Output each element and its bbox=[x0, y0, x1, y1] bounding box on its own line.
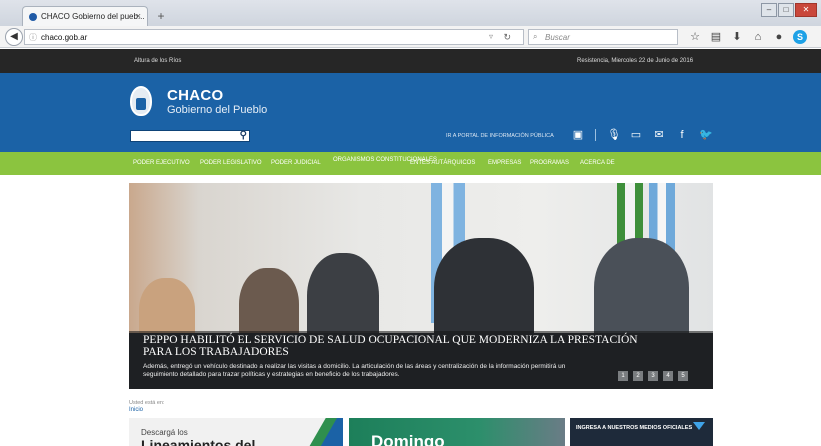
url-text: chaco.gob.ar bbox=[41, 33, 88, 42]
hero-headline[interactable]: PEPPO HABILITÓ EL SERVICIO DE SALUD OCUP… bbox=[143, 334, 643, 358]
browser-search-input[interactable]: ⌕ Buscar bbox=[528, 29, 678, 45]
mail-icon[interactable]: ✉ bbox=[653, 128, 665, 142]
search-icon: ⌕ bbox=[533, 32, 538, 41]
top-info-strip: Altura de los Ríos Resistencia, Miercole… bbox=[0, 49, 821, 73]
menu-item-programas[interactable]: PROGRAMAS bbox=[530, 160, 569, 166]
site-subtitle: Gobierno del Pueblo bbox=[167, 104, 268, 116]
card-big-text: Lineamientos del bbox=[141, 437, 256, 446]
microphone-icon[interactable]: 🎙 bbox=[607, 128, 621, 142]
date-location: Resistencia, Miercoles 22 de Junio de 20… bbox=[577, 58, 694, 64]
public-info-portal-link[interactable]: IR A PORTAL DE INFORMACIÓN PÚBLICA bbox=[446, 133, 554, 139]
card-small-text: Descargá los bbox=[141, 428, 188, 437]
site-header: CHACO Gobierno del Pueblo ⚲ IR A PORTAL … bbox=[0, 73, 821, 152]
maximize-button[interactable]: □ bbox=[778, 3, 794, 17]
skype-icon[interactable]: S bbox=[793, 30, 807, 44]
slide-page-2[interactable]: 2 bbox=[633, 371, 643, 381]
slide-page-5[interactable]: 5 bbox=[678, 371, 688, 381]
facebook-icon[interactable]: f bbox=[676, 128, 688, 142]
site-info-icon[interactable]: ⓘ bbox=[29, 32, 37, 43]
home-icon[interactable]: ⌂ bbox=[751, 29, 765, 45]
close-window-button[interactable]: ✕ bbox=[795, 3, 817, 17]
chevron-down-icon bbox=[693, 422, 705, 430]
slide-page-3[interactable]: 3 bbox=[648, 371, 658, 381]
breadcrumb-label: Usted está en: bbox=[129, 400, 165, 406]
download-icon[interactable]: ⬇ bbox=[730, 29, 744, 45]
browser-navbar: ◀ ⓘ chaco.gob.ar ▿ ↻ ⌕ Buscar ☆ ▤ ⬇ ⌂ ● … bbox=[0, 26, 821, 48]
official-media-label: INGRESA A NUESTROS MEDIOS OFICIALES bbox=[576, 425, 693, 431]
address-bar[interactable]: ⓘ chaco.gob.ar ▿ ↻ bbox=[24, 29, 524, 45]
menu-item-entes[interactable]: ENTES AUTÁRQUICOS bbox=[410, 160, 475, 166]
menu-item-acerca[interactable]: ACERCA DE bbox=[580, 160, 615, 166]
search-icon[interactable]: ⚲ bbox=[240, 130, 247, 141]
divider bbox=[595, 129, 596, 141]
card-graphic bbox=[303, 418, 343, 446]
river-levels-link[interactable]: Altura de los Ríos bbox=[134, 58, 181, 64]
menu-item-organismos[interactable]: ORGANISMOS CONSTITUCIONALES bbox=[333, 156, 437, 164]
minimize-button[interactable]: – bbox=[761, 3, 777, 17]
url-dropdown-icon[interactable]: ▿ bbox=[489, 32, 493, 41]
back-button[interactable]: ◀ bbox=[5, 28, 23, 46]
hero-summary: Además, entregó un vehículo destinado a … bbox=[143, 363, 566, 378]
header-icons: ▣ 🎙 ▭ ✉ f 🐦 bbox=[572, 128, 713, 142]
site-brand[interactable]: CHACO bbox=[167, 87, 224, 104]
card-title: Domingo bbox=[371, 432, 445, 446]
browser-tab[interactable]: CHACO Gobierno del pueb... × bbox=[22, 6, 148, 26]
search-placeholder: Buscar bbox=[545, 33, 570, 42]
domingo-card[interactable]: Domingo bbox=[349, 418, 565, 446]
new-tab-button[interactable]: + bbox=[151, 8, 171, 24]
main-menu: PODER EJECUTIVO PODER LEGISLATIVO PODER … bbox=[0, 152, 821, 175]
monitor-icon[interactable]: ▭ bbox=[630, 128, 642, 142]
site-search-input[interactable]: ⚲ bbox=[130, 130, 250, 142]
official-media-dropdown[interactable]: INGRESA A NUESTROS MEDIOS OFICIALES bbox=[570, 418, 713, 446]
site-favicon-icon bbox=[29, 13, 37, 21]
slide-page-1[interactable]: 1 bbox=[618, 371, 628, 381]
slide-page-4[interactable]: 4 bbox=[663, 371, 673, 381]
coat-of-arms-icon[interactable] bbox=[130, 86, 152, 116]
slider-pagination: 1 2 3 4 5 bbox=[618, 371, 688, 381]
reading-list-icon[interactable]: ▤ bbox=[709, 29, 723, 45]
menu-item-empresas[interactable]: EMPRESAS bbox=[488, 160, 521, 166]
browser-titlebar: CHACO Gobierno del pueb... × + – □ ✕ bbox=[0, 0, 821, 26]
menu-item-poder-ejecutivo[interactable]: PODER EJECUTIVO bbox=[133, 160, 190, 166]
chat-icon[interactable]: ● bbox=[772, 29, 786, 45]
contrast-icon[interactable]: ▣ bbox=[572, 128, 584, 142]
window-controls: – □ ✕ bbox=[761, 3, 817, 17]
breadcrumb-home-link[interactable]: Inicio bbox=[129, 407, 143, 413]
hero-slider[interactable]: PEPPO HABILITÓ EL SERVICIO DE SALUD OCUP… bbox=[129, 183, 713, 389]
browser-toolbar-icons: ☆ ▤ ⬇ ⌂ ● S bbox=[688, 29, 807, 45]
bookmark-star-icon[interactable]: ☆ bbox=[688, 29, 702, 45]
tab-title: CHACO Gobierno del pueb... bbox=[41, 12, 145, 21]
twitter-icon[interactable]: 🐦 bbox=[699, 128, 713, 142]
close-tab-icon[interactable]: × bbox=[136, 11, 141, 21]
menu-item-poder-judicial[interactable]: PODER JUDICIAL bbox=[271, 160, 321, 166]
guidelines-card[interactable]: Descargá los Lineamientos del bbox=[129, 418, 343, 446]
menu-item-poder-legislativo[interactable]: PODER LEGISLATIVO bbox=[200, 160, 262, 166]
reload-icon[interactable]: ↻ bbox=[503, 32, 511, 43]
